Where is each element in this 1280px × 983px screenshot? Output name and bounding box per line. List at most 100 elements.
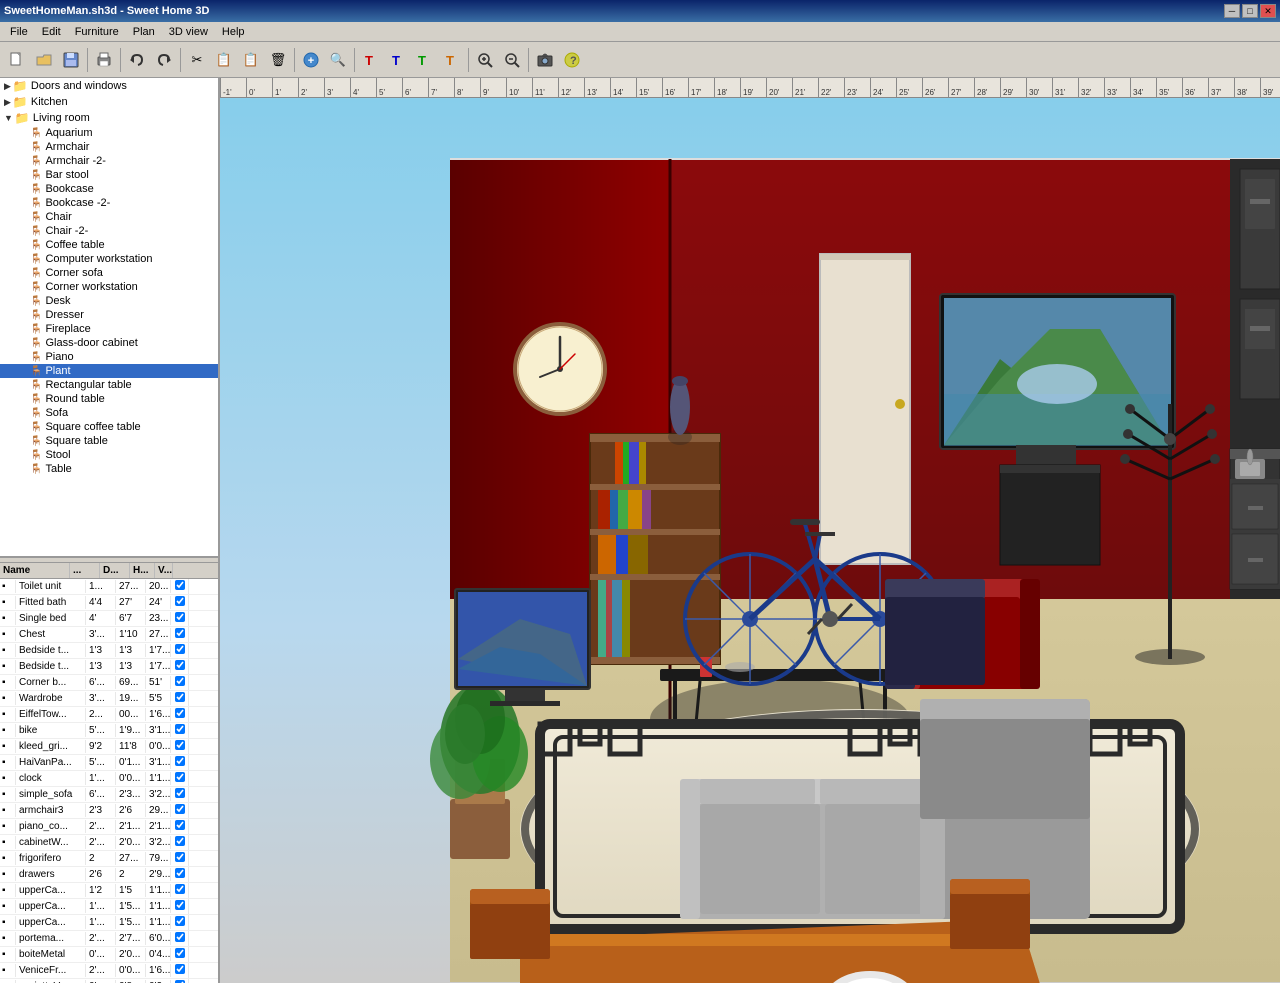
- tree-item-doors-and-windows[interactable]: ▶📁Doors and windows: [0, 78, 218, 94]
- list-item[interactable]: ▪portema...2'...2'7...6'0...: [0, 931, 218, 947]
- tree-item-computer-workstation[interactable]: 🪑Computer workstation: [0, 252, 218, 266]
- list-item-visible-checkbox[interactable]: [171, 643, 189, 658]
- list-item-visible-checkbox[interactable]: [171, 579, 189, 594]
- list-item[interactable]: ▪frigorifero227...79...: [0, 851, 218, 867]
- cut-button[interactable]: ✂: [184, 47, 210, 73]
- 3d-view[interactable]: -1'0'1'2'3'4'5'6'7'8'9'10'11'12'13'14'15…: [220, 78, 1280, 983]
- list-item-visible-checkbox[interactable]: [171, 835, 189, 850]
- open-button[interactable]: [31, 47, 57, 73]
- tree-item-rectangular-table[interactable]: 🪑Rectangular table: [0, 378, 218, 392]
- print-button[interactable]: [91, 47, 117, 73]
- list-item-visible-checkbox[interactable]: [171, 851, 189, 866]
- new-button[interactable]: [4, 47, 30, 73]
- list-item-visible-checkbox[interactable]: [171, 659, 189, 674]
- paste-button[interactable]: 📋: [238, 47, 264, 73]
- furniture-list[interactable]: Name ... D... H... V... ▪Toilet unit1...…: [0, 563, 218, 983]
- list-item[interactable]: ▪Toilet unit1...27...20...: [0, 579, 218, 595]
- tree-item-dresser[interactable]: 🪑Dresser: [0, 308, 218, 322]
- tree-item-glass-door-cabinet[interactable]: 🪑Glass-door cabinet: [0, 336, 218, 350]
- list-item-visible-checkbox[interactable]: [171, 963, 189, 978]
- list-item-visible-checkbox[interactable]: [171, 739, 189, 754]
- list-item[interactable]: ▪Fitted bath4'427'24': [0, 595, 218, 611]
- tree-item-piano[interactable]: 🪑Piano: [0, 350, 218, 364]
- text-tool-3[interactable]: T: [412, 47, 438, 73]
- list-item-visible-checkbox[interactable]: [171, 675, 189, 690]
- list-item[interactable]: ▪armchair32'32'629...: [0, 803, 218, 819]
- tree-item-square-coffee-table[interactable]: 🪑Square coffee table: [0, 420, 218, 434]
- list-item[interactable]: ▪upperCa...1'...1'5...1'1...: [0, 915, 218, 931]
- text-tool-1[interactable]: T: [358, 47, 384, 73]
- list-item[interactable]: ▪VeniceFr...2'...0'0...1'6...: [0, 963, 218, 979]
- list-item[interactable]: ▪assietteV...0'...0'8...0'2...: [0, 979, 218, 983]
- list-item-visible-checkbox[interactable]: [171, 627, 189, 642]
- tree-item-fireplace[interactable]: 🪑Fireplace: [0, 322, 218, 336]
- tree-item-table[interactable]: 🪑Table: [0, 462, 218, 476]
- text-tool-4[interactable]: T: [439, 47, 465, 73]
- list-item-visible-checkbox[interactable]: [171, 787, 189, 802]
- tree-item-aquarium[interactable]: 🪑Aquarium: [0, 126, 218, 140]
- copy-button[interactable]: 📋: [211, 47, 237, 73]
- list-item-visible-checkbox[interactable]: [171, 947, 189, 962]
- menu-help[interactable]: Help: [216, 24, 251, 40]
- tree-item-chair[interactable]: 🪑Chair: [0, 210, 218, 224]
- list-item-visible-checkbox[interactable]: [171, 915, 189, 930]
- list-item-visible-checkbox[interactable]: [171, 931, 189, 946]
- list-item-visible-checkbox[interactable]: [171, 691, 189, 706]
- list-item[interactable]: ▪bike5'...1'9...3'1...: [0, 723, 218, 739]
- list-item-visible-checkbox[interactable]: [171, 979, 189, 983]
- list-item[interactable]: ▪Bedside t...1'31'31'7...: [0, 643, 218, 659]
- maximize-button[interactable]: □: [1242, 4, 1258, 18]
- list-item-visible-checkbox[interactable]: [171, 883, 189, 898]
- tree-item-round-table[interactable]: 🪑Round table: [0, 392, 218, 406]
- tree-item-kitchen[interactable]: ▶📁Kitchen: [0, 94, 218, 110]
- list-item[interactable]: ▪EiffelTow...2...00...1'6...: [0, 707, 218, 723]
- list-item-visible-checkbox[interactable]: [171, 611, 189, 626]
- menu-file[interactable]: File: [4, 24, 34, 40]
- search-furniture-button[interactable]: 🔍: [325, 47, 351, 73]
- list-item[interactable]: ▪clock1'...0'0...1'1...: [0, 771, 218, 787]
- list-item[interactable]: ▪drawers2'622'9...: [0, 867, 218, 883]
- zoom-in-button[interactable]: [472, 47, 498, 73]
- list-item[interactable]: ▪boiteMetal0'...2'0...0'4...: [0, 947, 218, 963]
- furniture-tree[interactable]: ▶📁Doors and windows▶📁Kitchen▼📁Living roo…: [0, 78, 218, 558]
- tree-item-square-table[interactable]: 🪑Square table: [0, 434, 218, 448]
- menu-plan[interactable]: Plan: [127, 24, 161, 40]
- list-item[interactable]: ▪HaiVanPa...5'...0'1...3'1...: [0, 755, 218, 771]
- text-tool-2[interactable]: T: [385, 47, 411, 73]
- list-item[interactable]: ▪Chest3'...1'1027...: [0, 627, 218, 643]
- list-item-visible-checkbox[interactable]: [171, 771, 189, 786]
- minimize-button[interactable]: ─: [1224, 4, 1240, 18]
- tree-item-armchair--2-[interactable]: 🪑Armchair -2-: [0, 154, 218, 168]
- list-item[interactable]: ▪Bedside t...1'31'31'7...: [0, 659, 218, 675]
- tree-item-bar-stool[interactable]: 🪑Bar stool: [0, 168, 218, 182]
- tree-item-chair--2-[interactable]: 🪑Chair -2-: [0, 224, 218, 238]
- tree-item-desk[interactable]: 🪑Desk: [0, 294, 218, 308]
- list-item[interactable]: ▪piano_co...2'...2'1...2'1...: [0, 819, 218, 835]
- tree-item-plant[interactable]: 🪑Plant: [0, 364, 218, 378]
- menu-3dview[interactable]: 3D view: [163, 24, 214, 40]
- menu-edit[interactable]: Edit: [36, 24, 67, 40]
- tree-item-bookcase--2-[interactable]: 🪑Bookcase -2-: [0, 196, 218, 210]
- list-item[interactable]: ▪cabinetW...2'...2'0...3'2...: [0, 835, 218, 851]
- tree-item-coffee-table[interactable]: 🪑Coffee table: [0, 238, 218, 252]
- list-item-visible-checkbox[interactable]: [171, 755, 189, 770]
- tree-item-sofa[interactable]: 🪑Sofa: [0, 406, 218, 420]
- list-item[interactable]: ▪Single bed4'6'723...: [0, 611, 218, 627]
- camera-button[interactable]: [532, 47, 558, 73]
- add-furniture-button[interactable]: +: [298, 47, 324, 73]
- list-item-visible-checkbox[interactable]: [171, 803, 189, 818]
- list-item-visible-checkbox[interactable]: [171, 819, 189, 834]
- close-button[interactable]: ✕: [1260, 4, 1276, 18]
- tree-item-corner-sofa[interactable]: 🪑Corner sofa: [0, 266, 218, 280]
- list-item-visible-checkbox[interactable]: [171, 723, 189, 738]
- list-item[interactable]: ▪simple_sofa6'...2'3...3'2...: [0, 787, 218, 803]
- help-button[interactable]: ?: [559, 47, 585, 73]
- list-item[interactable]: ▪upperCa...1'...1'5...1'1...: [0, 899, 218, 915]
- list-item[interactable]: ▪Wardrobe3'...19...5'5: [0, 691, 218, 707]
- list-item-visible-checkbox[interactable]: [171, 899, 189, 914]
- save-button[interactable]: [58, 47, 84, 73]
- list-item[interactable]: ▪Corner b...6'...69...51': [0, 675, 218, 691]
- tree-item-bookcase[interactable]: 🪑Bookcase: [0, 182, 218, 196]
- delete-button[interactable]: 🗑: [265, 47, 291, 73]
- list-item-visible-checkbox[interactable]: [171, 707, 189, 722]
